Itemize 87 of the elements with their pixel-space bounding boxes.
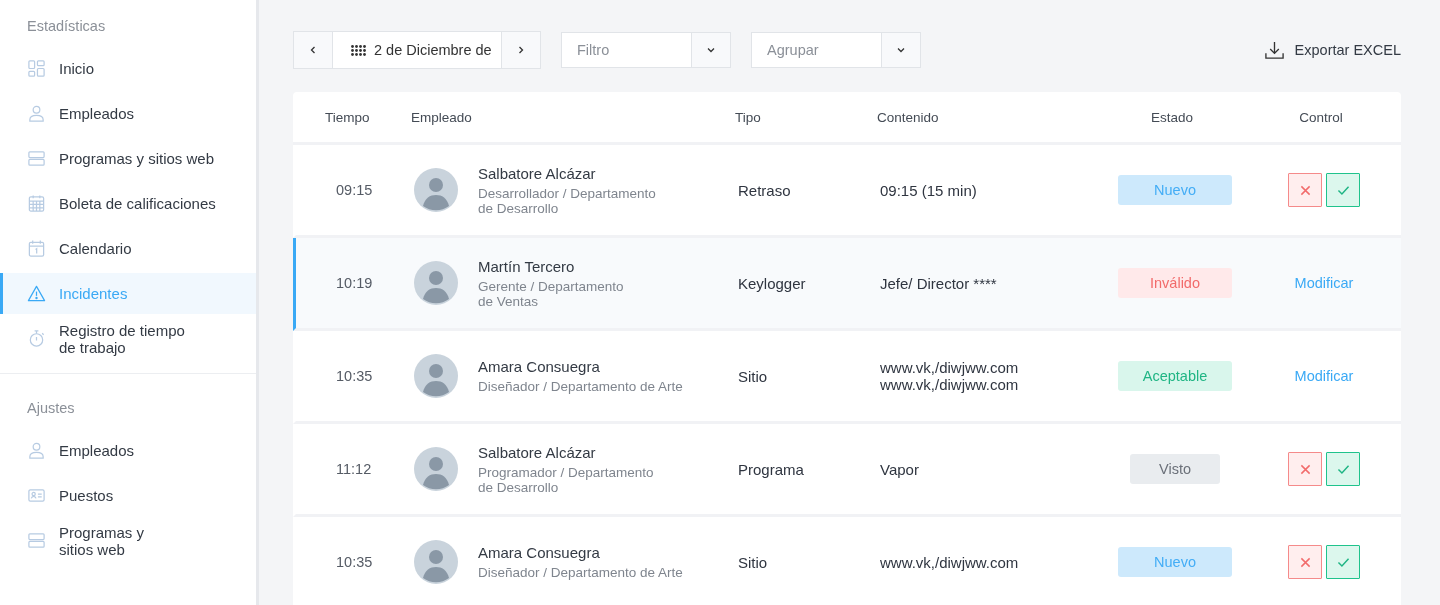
table-row[interactable]: 10:35 Amara Consuegra Diseñador / Departamento de Arte Sitio www.vk,/diwjww.com Nuevo [293, 517, 1401, 605]
column-header: Empleado [411, 109, 472, 125]
status-badge: Visto [1130, 454, 1220, 484]
column-header: Estado [1151, 109, 1193, 125]
nav-item[interactable]: Empleados [0, 93, 256, 134]
close-icon [1299, 463, 1311, 475]
avatar-silhouette [414, 168, 458, 212]
checkmark-icon [1336, 556, 1350, 568]
employee-name: Salbatore Alcázar [478, 443, 597, 461]
reject-button[interactable] [1288, 545, 1322, 579]
column-header: Tiempo [325, 109, 370, 125]
time-text: 10:35 [336, 554, 373, 570]
time-text: 09:15 [336, 182, 373, 198]
status-badge: Aceptable [1118, 361, 1232, 391]
content-text: Jefe/ Director **** [880, 274, 997, 292]
chevron-right-icon [516, 45, 526, 55]
type-text: Keylogger [738, 274, 806, 292]
calendar-icon [27, 239, 46, 258]
id-card-icon [27, 486, 46, 505]
nav-item[interactable]: Programas y sitios web [0, 520, 256, 561]
avatar-silhouette [414, 447, 458, 491]
close-icon [1299, 184, 1311, 196]
download-icon [1263, 39, 1285, 61]
next-button[interactable] [502, 32, 540, 68]
checkmark-icon [1336, 463, 1350, 475]
time-text: 10:19 [336, 275, 373, 291]
stacked-rows-icon [27, 149, 46, 168]
nav-item[interactable]: Inicio [0, 48, 256, 89]
employee-role: Diseñador / Departamento de Arte [478, 379, 683, 394]
column-header: Control [1299, 109, 1343, 125]
reject-button[interactable] [1288, 173, 1322, 207]
dashboard-icon [27, 59, 46, 78]
status-badge: Nuevo [1118, 547, 1232, 577]
column-header: Tipo [735, 109, 761, 125]
caret-icon [706, 45, 716, 55]
table-row[interactable]: 10:19 Martín Tercero Gerente / Departamento de Ventas Keylogger Jefe/ Director **** Inválido Modificar [293, 238, 1401, 331]
type-text: Retraso [738, 181, 791, 199]
previous-button[interactable] [294, 32, 332, 68]
content-text: www.vk,/diwjww.com [880, 553, 1019, 571]
export-button[interactable]: Exportar EXCEL [1263, 39, 1401, 61]
status-badge: Nuevo [1118, 175, 1232, 205]
employee-role: Desarrollador / Departamento de Desarrollo [478, 185, 656, 216]
stopwatch-icon [27, 329, 46, 348]
type-text: Programa [738, 460, 804, 478]
nav-item[interactable]: Calendario [0, 228, 256, 269]
avatar-silhouette [414, 540, 458, 584]
person-icon [27, 104, 46, 123]
time-text: 11:12 [336, 461, 372, 477]
time-text: 10:35 [336, 368, 373, 384]
table-row[interactable]: 11:12 Salbatore Alcázar Programador / Departamento de Desarrollo Programa Vapor Visto [293, 424, 1401, 517]
approve-button[interactable] [1326, 173, 1360, 207]
avatar-silhouette [414, 261, 458, 305]
employee-role: Diseñador / Departamento de Arte [478, 565, 683, 580]
section-title: Ajustes [26, 399, 76, 418]
type-text: Sitio [738, 367, 768, 385]
stacked-rows-icon [27, 531, 46, 550]
employee-name: Salbatore Alcázar [478, 164, 597, 182]
checkmark-icon [1336, 184, 1350, 196]
approve-button[interactable] [1326, 452, 1360, 486]
nav-item[interactable]: Empleados [0, 430, 256, 471]
close-icon [1299, 556, 1311, 568]
content-text: Vapor [880, 460, 919, 478]
person-icon [27, 441, 46, 460]
chevron-left-icon [308, 45, 318, 55]
employee-name: Martín Tercero [478, 257, 576, 275]
employee-role: Programador / Departamento de Desarrollo [478, 464, 654, 495]
dot-grid-icon [351, 44, 366, 56]
employee-role: Gerente / Departamento de Ventas [478, 278, 624, 309]
employee-name: Amara Consuegra [478, 544, 601, 561]
type-text: Sitio [738, 553, 768, 571]
warning-icon [27, 284, 46, 303]
nav-item[interactable]: Registro de tiempo de trabajo [0, 318, 256, 359]
grid-table-icon [27, 194, 46, 213]
content-text: 09:15 (15 min) [880, 181, 977, 199]
employee-name: Amara Consuegra [478, 358, 601, 375]
nav-item[interactable]: Boleta de calificaciones [0, 183, 256, 224]
table-row[interactable]: 10:35 Amara Consuegra Diseñador / Departamento de Arte Sitio www.vk,/diwjww.com www.vk,/diwjww.com Aceptable Modificar [293, 331, 1401, 424]
column-header: Contenido [877, 109, 939, 125]
nav-item[interactable]: Puestos [0, 475, 256, 516]
content-text: www.vk,/diwjww.com www.vk,/diwjww.com [880, 359, 1019, 393]
reject-button[interactable] [1288, 452, 1322, 486]
section-title: Estadísticas [26, 17, 107, 36]
status-badge: Inválido [1118, 268, 1232, 298]
approve-button[interactable] [1326, 545, 1360, 579]
caret-icon [896, 45, 906, 55]
nav-item[interactable]: Programas y sitios web [0, 138, 256, 179]
avatar-silhouette [414, 354, 458, 398]
